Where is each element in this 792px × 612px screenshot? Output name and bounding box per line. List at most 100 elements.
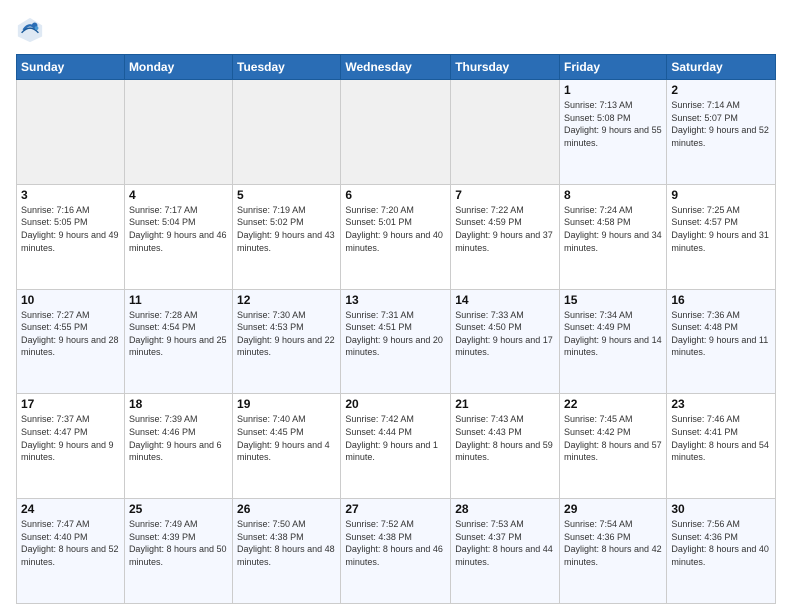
day-info: Sunrise: 7:37 AM Sunset: 4:47 PM Dayligh… [21,413,120,463]
day-number: 20 [345,397,446,411]
day-number: 29 [564,502,662,516]
logo [16,16,48,44]
header [16,16,776,44]
day-info: Sunrise: 7:17 AM Sunset: 5:04 PM Dayligh… [129,204,228,254]
day-number: 12 [237,293,336,307]
calendar-cell: 1 Sunrise: 7:13 AM Sunset: 5:08 PM Daylig… [560,80,667,185]
day-number: 5 [237,188,336,202]
calendar-cell [17,80,125,185]
day-info: Sunrise: 7:56 AM Sunset: 4:36 PM Dayligh… [671,518,771,568]
day-info: Sunrise: 7:33 AM Sunset: 4:50 PM Dayligh… [455,309,555,359]
day-info: Sunrise: 7:52 AM Sunset: 4:38 PM Dayligh… [345,518,446,568]
weekday-header-sunday: Sunday [17,55,125,80]
day-info: Sunrise: 7:24 AM Sunset: 4:58 PM Dayligh… [564,204,662,254]
calendar-cell: 24 Sunrise: 7:47 AM Sunset: 4:40 PM Dayli… [17,499,125,604]
day-number: 19 [237,397,336,411]
calendar-cell: 19 Sunrise: 7:40 AM Sunset: 4:45 PM Dayli… [233,394,341,499]
week-row-3: 10Sunrise: 7:27 AM Sunset: 4:55 PM Dayli… [17,289,776,394]
day-number: 14 [455,293,555,307]
day-number: 3 [21,188,120,202]
day-info: Sunrise: 7:53 AM Sunset: 4:37 PM Dayligh… [455,518,555,568]
day-number: 21 [455,397,555,411]
week-row-5: 24 Sunrise: 7:47 AM Sunset: 4:40 PM Dayli… [17,499,776,604]
calendar-cell [451,80,560,185]
day-info: Sunrise: 7:19 AM Sunset: 5:02 PM Dayligh… [237,204,336,254]
calendar-cell: 29 Sunrise: 7:54 AM Sunset: 4:36 PM Dayli… [560,499,667,604]
day-info: Sunrise: 7:22 AM Sunset: 4:59 PM Dayligh… [455,204,555,254]
day-info: Sunrise: 7:50 AM Sunset: 4:38 PM Dayligh… [237,518,336,568]
day-info: Sunrise: 7:47 AM Sunset: 4:40 PM Dayligh… [21,518,120,568]
calendar-cell: 5 Sunrise: 7:19 AM Sunset: 5:02 PM Daylig… [233,184,341,289]
calendar-cell: 25Sunrise: 7:49 AM Sunset: 4:39 PM Dayli… [124,499,232,604]
weekday-header-wednesday: Wednesday [341,55,451,80]
day-number: 11 [129,293,228,307]
day-number: 27 [345,502,446,516]
calendar-cell: 17Sunrise: 7:37 AM Sunset: 4:47 PM Dayli… [17,394,125,499]
day-info: Sunrise: 7:16 AM Sunset: 5:05 PM Dayligh… [21,204,120,254]
day-info: Sunrise: 7:43 AM Sunset: 4:43 PM Dayligh… [455,413,555,463]
day-info: Sunrise: 7:25 AM Sunset: 4:57 PM Dayligh… [671,204,771,254]
day-info: Sunrise: 7:54 AM Sunset: 4:36 PM Dayligh… [564,518,662,568]
calendar-table: SundayMondayTuesdayWednesdayThursdayFrid… [16,54,776,604]
calendar-cell: 10Sunrise: 7:27 AM Sunset: 4:55 PM Dayli… [17,289,125,394]
calendar-cell: 6Sunrise: 7:20 AM Sunset: 5:01 PM Daylig… [341,184,451,289]
calendar-cell: 14 Sunrise: 7:33 AM Sunset: 4:50 PM Dayli… [451,289,560,394]
calendar-cell: 18 Sunrise: 7:39 AM Sunset: 4:46 PM Dayli… [124,394,232,499]
day-info: Sunrise: 7:20 AM Sunset: 5:01 PM Dayligh… [345,204,446,254]
day-info: Sunrise: 7:46 AM Sunset: 4:41 PM Dayligh… [671,413,771,463]
day-info: Sunrise: 7:42 AM Sunset: 4:44 PM Dayligh… [345,413,446,463]
calendar-cell: 3 Sunrise: 7:16 AM Sunset: 5:05 PM Daylig… [17,184,125,289]
calendar-cell: 15Sunrise: 7:34 AM Sunset: 4:49 PM Dayli… [560,289,667,394]
day-number: 9 [671,188,771,202]
week-row-4: 17Sunrise: 7:37 AM Sunset: 4:47 PM Dayli… [17,394,776,499]
day-info: Sunrise: 7:45 AM Sunset: 4:42 PM Dayligh… [564,413,662,463]
day-number: 23 [671,397,771,411]
calendar-cell: 28 Sunrise: 7:53 AM Sunset: 4:37 PM Dayli… [451,499,560,604]
day-info: Sunrise: 7:49 AM Sunset: 4:39 PM Dayligh… [129,518,228,568]
page: SundayMondayTuesdayWednesdayThursdayFrid… [0,0,792,612]
day-number: 13 [345,293,446,307]
calendar-cell: 23 Sunrise: 7:46 AM Sunset: 4:41 PM Dayli… [667,394,776,499]
weekday-header-friday: Friday [560,55,667,80]
day-number: 7 [455,188,555,202]
weekday-header-row: SundayMondayTuesdayWednesdayThursdayFrid… [17,55,776,80]
calendar-cell [233,80,341,185]
day-info: Sunrise: 7:13 AM Sunset: 5:08 PM Dayligh… [564,99,662,149]
calendar-cell: 7 Sunrise: 7:22 AM Sunset: 4:59 PM Daylig… [451,184,560,289]
calendar-cell: 13Sunrise: 7:31 AM Sunset: 4:51 PM Dayli… [341,289,451,394]
day-info: Sunrise: 7:36 AM Sunset: 4:48 PM Dayligh… [671,309,771,359]
week-row-2: 3 Sunrise: 7:16 AM Sunset: 5:05 PM Daylig… [17,184,776,289]
day-info: Sunrise: 7:28 AM Sunset: 4:54 PM Dayligh… [129,309,228,359]
day-number: 1 [564,83,662,97]
day-number: 22 [564,397,662,411]
day-number: 18 [129,397,228,411]
calendar-cell: 30 Sunrise: 7:56 AM Sunset: 4:36 PM Dayli… [667,499,776,604]
calendar-cell: 2 Sunrise: 7:14 AM Sunset: 5:07 PM Daylig… [667,80,776,185]
weekday-header-tuesday: Tuesday [233,55,341,80]
calendar-cell: 12 Sunrise: 7:30 AM Sunset: 4:53 PM Dayli… [233,289,341,394]
calendar-cell: 27 Sunrise: 7:52 AM Sunset: 4:38 PM Dayli… [341,499,451,604]
day-number: 4 [129,188,228,202]
day-info: Sunrise: 7:39 AM Sunset: 4:46 PM Dayligh… [129,413,228,463]
day-info: Sunrise: 7:14 AM Sunset: 5:07 PM Dayligh… [671,99,771,149]
calendar-cell: 16 Sunrise: 7:36 AM Sunset: 4:48 PM Dayli… [667,289,776,394]
day-number: 15 [564,293,662,307]
calendar-cell: 20 Sunrise: 7:42 AM Sunset: 4:44 PM Dayli… [341,394,451,499]
day-number: 2 [671,83,771,97]
day-number: 16 [671,293,771,307]
weekday-header-saturday: Saturday [667,55,776,80]
calendar-cell: 9 Sunrise: 7:25 AM Sunset: 4:57 PM Daylig… [667,184,776,289]
calendar-cell: 8Sunrise: 7:24 AM Sunset: 4:58 PM Daylig… [560,184,667,289]
day-number: 24 [21,502,120,516]
day-number: 26 [237,502,336,516]
day-info: Sunrise: 7:40 AM Sunset: 4:45 PM Dayligh… [237,413,336,463]
weekday-header-monday: Monday [124,55,232,80]
logo-icon [16,16,44,44]
day-number: 28 [455,502,555,516]
calendar-cell: 21 Sunrise: 7:43 AM Sunset: 4:43 PM Dayli… [451,394,560,499]
calendar-cell: 22 Sunrise: 7:45 AM Sunset: 4:42 PM Dayli… [560,394,667,499]
day-number: 30 [671,502,771,516]
weekday-header-thursday: Thursday [451,55,560,80]
day-number: 10 [21,293,120,307]
day-info: Sunrise: 7:30 AM Sunset: 4:53 PM Dayligh… [237,309,336,359]
